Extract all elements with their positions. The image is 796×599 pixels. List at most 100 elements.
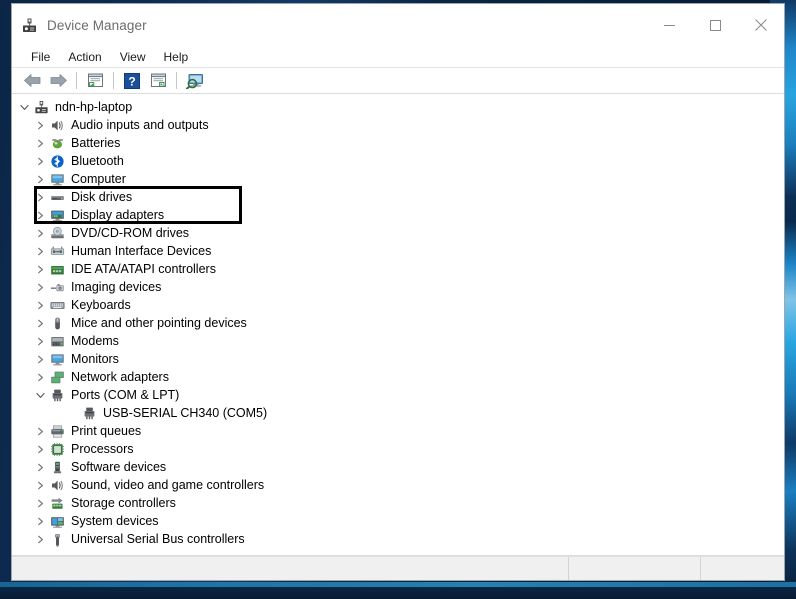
- chevron-right-icon[interactable]: [32, 116, 48, 134]
- window-title: Device Manager: [47, 17, 147, 33]
- device-tree-rows: Audio inputs and outputs Batteries Bluetoo…: [12, 116, 784, 548]
- chevron-right-icon[interactable]: [32, 476, 48, 494]
- tree-node-usb-serial-ch340-com5[interactable]: USB-SERIAL CH340 (COM5): [12, 404, 784, 422]
- chevron-right-icon[interactable]: [32, 170, 48, 188]
- chevron-down-icon[interactable]: [32, 386, 48, 404]
- window-titlebar[interactable]: Device Manager: [12, 4, 784, 46]
- scan-hardware-changes-button[interactable]: [183, 70, 207, 92]
- chevron-right-icon[interactable]: [32, 152, 48, 170]
- chevron-right-icon[interactable]: [32, 458, 48, 476]
- network-adapter-icon: [48, 368, 66, 386]
- tree-node-label: Imaging devices: [71, 280, 162, 294]
- menu-item-file[interactable]: File: [22, 48, 59, 66]
- tree-node-batteries[interactable]: Batteries: [12, 134, 784, 152]
- optical-drive-icon: [48, 224, 66, 242]
- modem-icon: [48, 332, 66, 350]
- chevron-right-icon[interactable]: [32, 260, 48, 278]
- tree-node-label: Ports (COM & LPT): [71, 388, 180, 402]
- chevron-right-icon[interactable]: [32, 332, 48, 350]
- chevron-right-icon[interactable]: [32, 278, 48, 296]
- menu-item-action[interactable]: Action: [59, 48, 110, 66]
- disk-drive-icon: [48, 188, 66, 206]
- tree-node-disk-drives[interactable]: Disk drives: [12, 188, 784, 206]
- chevron-right-icon[interactable]: [32, 242, 48, 260]
- tree-node-human-interface-devices[interactable]: Human Interface Devices: [12, 242, 784, 260]
- chevron-right-icon[interactable]: [32, 530, 48, 548]
- tree-node-label: Sound, video and game controllers: [71, 478, 265, 492]
- tree-node-label: Bluetooth: [71, 154, 124, 168]
- chevron-right-icon[interactable]: [32, 206, 48, 224]
- window-controls: [646, 4, 784, 46]
- tree-node-label: Software devices: [71, 460, 167, 474]
- tree-node-processors[interactable]: Processors: [12, 440, 784, 458]
- device-tree-pane[interactable]: ndn-hp-laptop Audio inputs and outputs Ba…: [12, 94, 784, 556]
- chevron-right-icon[interactable]: [32, 188, 48, 206]
- tree-node-label: IDE ATA/ATAPI controllers: [71, 262, 216, 276]
- tree-node-keyboards[interactable]: Keyboards: [12, 296, 784, 314]
- keyboard-icon: [48, 296, 66, 314]
- tree-node-print-queues[interactable]: Print queues: [12, 422, 784, 440]
- monitor-icon: [48, 350, 66, 368]
- forward-button[interactable]: [46, 70, 70, 92]
- chevron-right-icon[interactable]: [32, 368, 48, 386]
- tree-node-bluetooth[interactable]: Bluetooth: [12, 152, 784, 170]
- tree-node-mice-and-other-pointing-devices[interactable]: Mice and other pointing devices: [12, 314, 784, 332]
- speaker-icon: [48, 116, 66, 134]
- chevron-right-icon[interactable]: [32, 350, 48, 368]
- properties-button[interactable]: [83, 70, 107, 92]
- tree-node-universal-serial-bus-controllers[interactable]: Universal Serial Bus controllers: [12, 530, 784, 548]
- ide-controller-icon: [48, 260, 66, 278]
- toolbar-separator-3: [176, 72, 177, 89]
- tree-node-software-devices[interactable]: Software devices: [12, 458, 784, 476]
- chevron-down-icon[interactable]: [16, 98, 32, 116]
- tree-node-sound-video-and-game-controllers[interactable]: Sound, video and game controllers: [12, 476, 784, 494]
- chevron-right-icon[interactable]: [32, 134, 48, 152]
- processor-icon: [48, 440, 66, 458]
- back-button[interactable]: [20, 70, 44, 92]
- toolbar: ?: [12, 68, 784, 94]
- tree-node-root-label: ndn-hp-laptop: [55, 100, 133, 114]
- tree-node-label: Keyboards: [71, 298, 131, 312]
- chevron-right-icon[interactable]: [32, 512, 48, 530]
- tree-node-dvd-cd-rom-drives[interactable]: DVD/CD-ROM drives: [12, 224, 784, 242]
- tree-node-audio-inputs-and-outputs[interactable]: Audio inputs and outputs: [12, 116, 784, 134]
- minimize-icon: [663, 24, 675, 26]
- close-button[interactable]: [738, 4, 784, 46]
- tree-node-label: Audio inputs and outputs: [71, 118, 209, 132]
- tree-node-label: Human Interface Devices: [71, 244, 212, 258]
- update-driver-button[interactable]: [146, 70, 170, 92]
- tree-node-ide-ata-atapi-controllers[interactable]: IDE ATA/ATAPI controllers: [12, 260, 784, 278]
- tree-node-imaging-devices[interactable]: Imaging devices: [12, 278, 784, 296]
- tree-node-computer[interactable]: Computer: [12, 170, 784, 188]
- battery-icon: [48, 134, 66, 152]
- chevron-right-icon[interactable]: [32, 314, 48, 332]
- maximize-button[interactable]: [692, 4, 738, 46]
- tree-node-storage-controllers[interactable]: Storage controllers: [12, 494, 784, 512]
- tree-node-label: Computer: [71, 172, 126, 186]
- properties-window-icon: [87, 73, 103, 87]
- scan-hardware-changes-icon: [185, 73, 203, 89]
- help-question-icon: ?: [124, 72, 140, 89]
- chevron-right-icon[interactable]: [32, 494, 48, 512]
- tree-node-modems[interactable]: Modems: [12, 332, 784, 350]
- desktop-bottom-strip: [0, 587, 796, 599]
- tree-node-network-adapters[interactable]: Network adapters: [12, 368, 784, 386]
- minimize-button[interactable]: [646, 4, 692, 46]
- tree-node-monitors[interactable]: Monitors: [12, 350, 784, 368]
- close-icon: [755, 19, 767, 31]
- chevron-right-icon[interactable]: [32, 224, 48, 242]
- chevron-right-icon[interactable]: [32, 422, 48, 440]
- tree-node-label: Network adapters: [71, 370, 169, 384]
- help-button[interactable]: ?: [120, 70, 144, 92]
- monitor-icon: [48, 170, 66, 188]
- tree-node-system-devices[interactable]: System devices: [12, 512, 784, 530]
- tree-node-ports-com-lpt[interactable]: Ports (COM & LPT): [12, 386, 784, 404]
- chevron-right-icon[interactable]: [32, 440, 48, 458]
- usb-icon: [48, 530, 66, 548]
- menu-item-help[interactable]: Help: [155, 48, 198, 66]
- chevron-right-icon[interactable]: [32, 296, 48, 314]
- tree-node-root[interactable]: ndn-hp-laptop: [12, 98, 784, 116]
- menu-item-view[interactable]: View: [111, 48, 155, 66]
- tree-node-label: DVD/CD-ROM drives: [71, 226, 190, 240]
- tree-node-display-adapters[interactable]: Display adapters: [12, 206, 784, 224]
